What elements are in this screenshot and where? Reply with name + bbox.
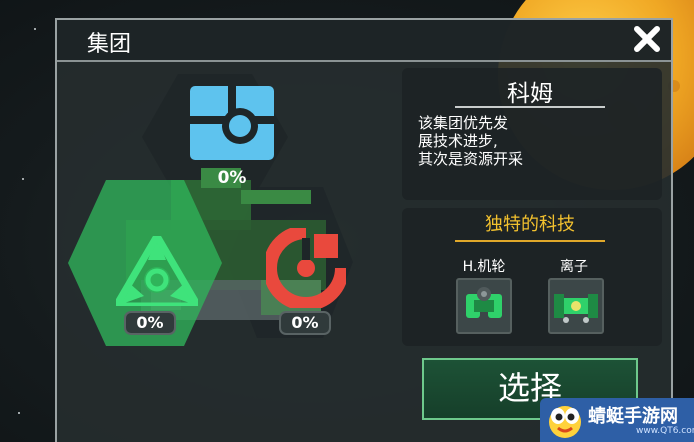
tech-divider	[455, 240, 605, 242]
green-faction-icon[interactable]	[116, 236, 198, 306]
dialog-titlebar: 集团	[57, 20, 671, 62]
leader-description: 该集团优先发 展技术进步, 其次是资源开采	[418, 114, 524, 168]
dragonfly-logo-icon	[549, 406, 581, 438]
star	[22, 178, 24, 180]
watermark-text: 蜻蜓手游网	[588, 406, 678, 427]
tech-title: 独特的科技	[485, 214, 575, 235]
ion-tech-icon[interactable]	[548, 278, 604, 334]
dialog-title: 集团	[87, 32, 132, 57]
leader-name: 科姆	[507, 81, 553, 107]
watermark-url: www.QT6.com	[636, 426, 694, 436]
close-icon[interactable]	[631, 22, 663, 56]
tech-item-label: 离子	[560, 259, 588, 275]
wheel-tech-icon[interactable]	[456, 278, 512, 334]
star	[18, 412, 20, 414]
blue-faction-percent: 0%	[217, 168, 247, 188]
leader-divider	[455, 106, 605, 108]
red-faction-percent: 0%	[279, 311, 331, 335]
watermark: 蜻蜓手游网 www.QT6.com	[540, 398, 694, 442]
red-faction-icon[interactable]	[266, 228, 346, 308]
tech-item-label: H.机轮	[462, 259, 506, 275]
blue-faction-icon[interactable]	[190, 86, 274, 160]
star	[34, 28, 36, 30]
green-faction-percent: 0%	[124, 311, 176, 335]
